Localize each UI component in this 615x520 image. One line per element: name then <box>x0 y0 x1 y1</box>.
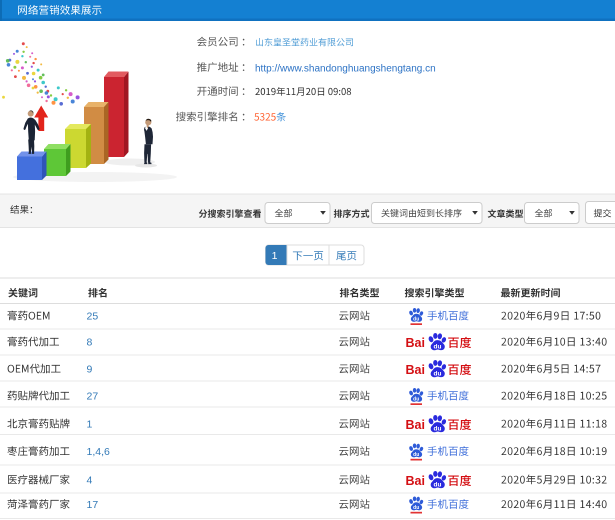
svg-text:1: 1 <box>87 419 93 431</box>
svg-text:du: du <box>434 343 442 350</box>
svg-text:http://www.shandonghuangshengt: http://www.shandonghuangshengtang.cn <box>255 64 436 75</box>
svg-text:du: du <box>434 425 442 432</box>
svg-text:du: du <box>413 505 419 511</box>
svg-text:4: 4 <box>87 475 93 487</box>
svg-text:du: du <box>434 370 442 377</box>
svg-text:du: du <box>434 481 442 488</box>
svg-text:17: 17 <box>87 499 99 511</box>
svg-text:Bai: Bai <box>406 418 425 432</box>
svg-text:1: 1 <box>272 250 278 262</box>
svg-text:Bai: Bai <box>406 474 425 488</box>
svg-text:Bai: Bai <box>406 363 425 377</box>
svg-text:27: 27 <box>87 391 99 403</box>
svg-text:Bai: Bai <box>406 336 425 350</box>
svg-text:du: du <box>413 396 419 402</box>
svg-text:du: du <box>413 452 419 458</box>
svg-text:9: 9 <box>87 364 93 376</box>
svg-text:1,4,6: 1,4,6 <box>87 446 111 458</box>
svg-text:du: du <box>413 316 419 322</box>
svg-text:8: 8 <box>87 337 93 349</box>
svg-text:25: 25 <box>87 311 99 323</box>
